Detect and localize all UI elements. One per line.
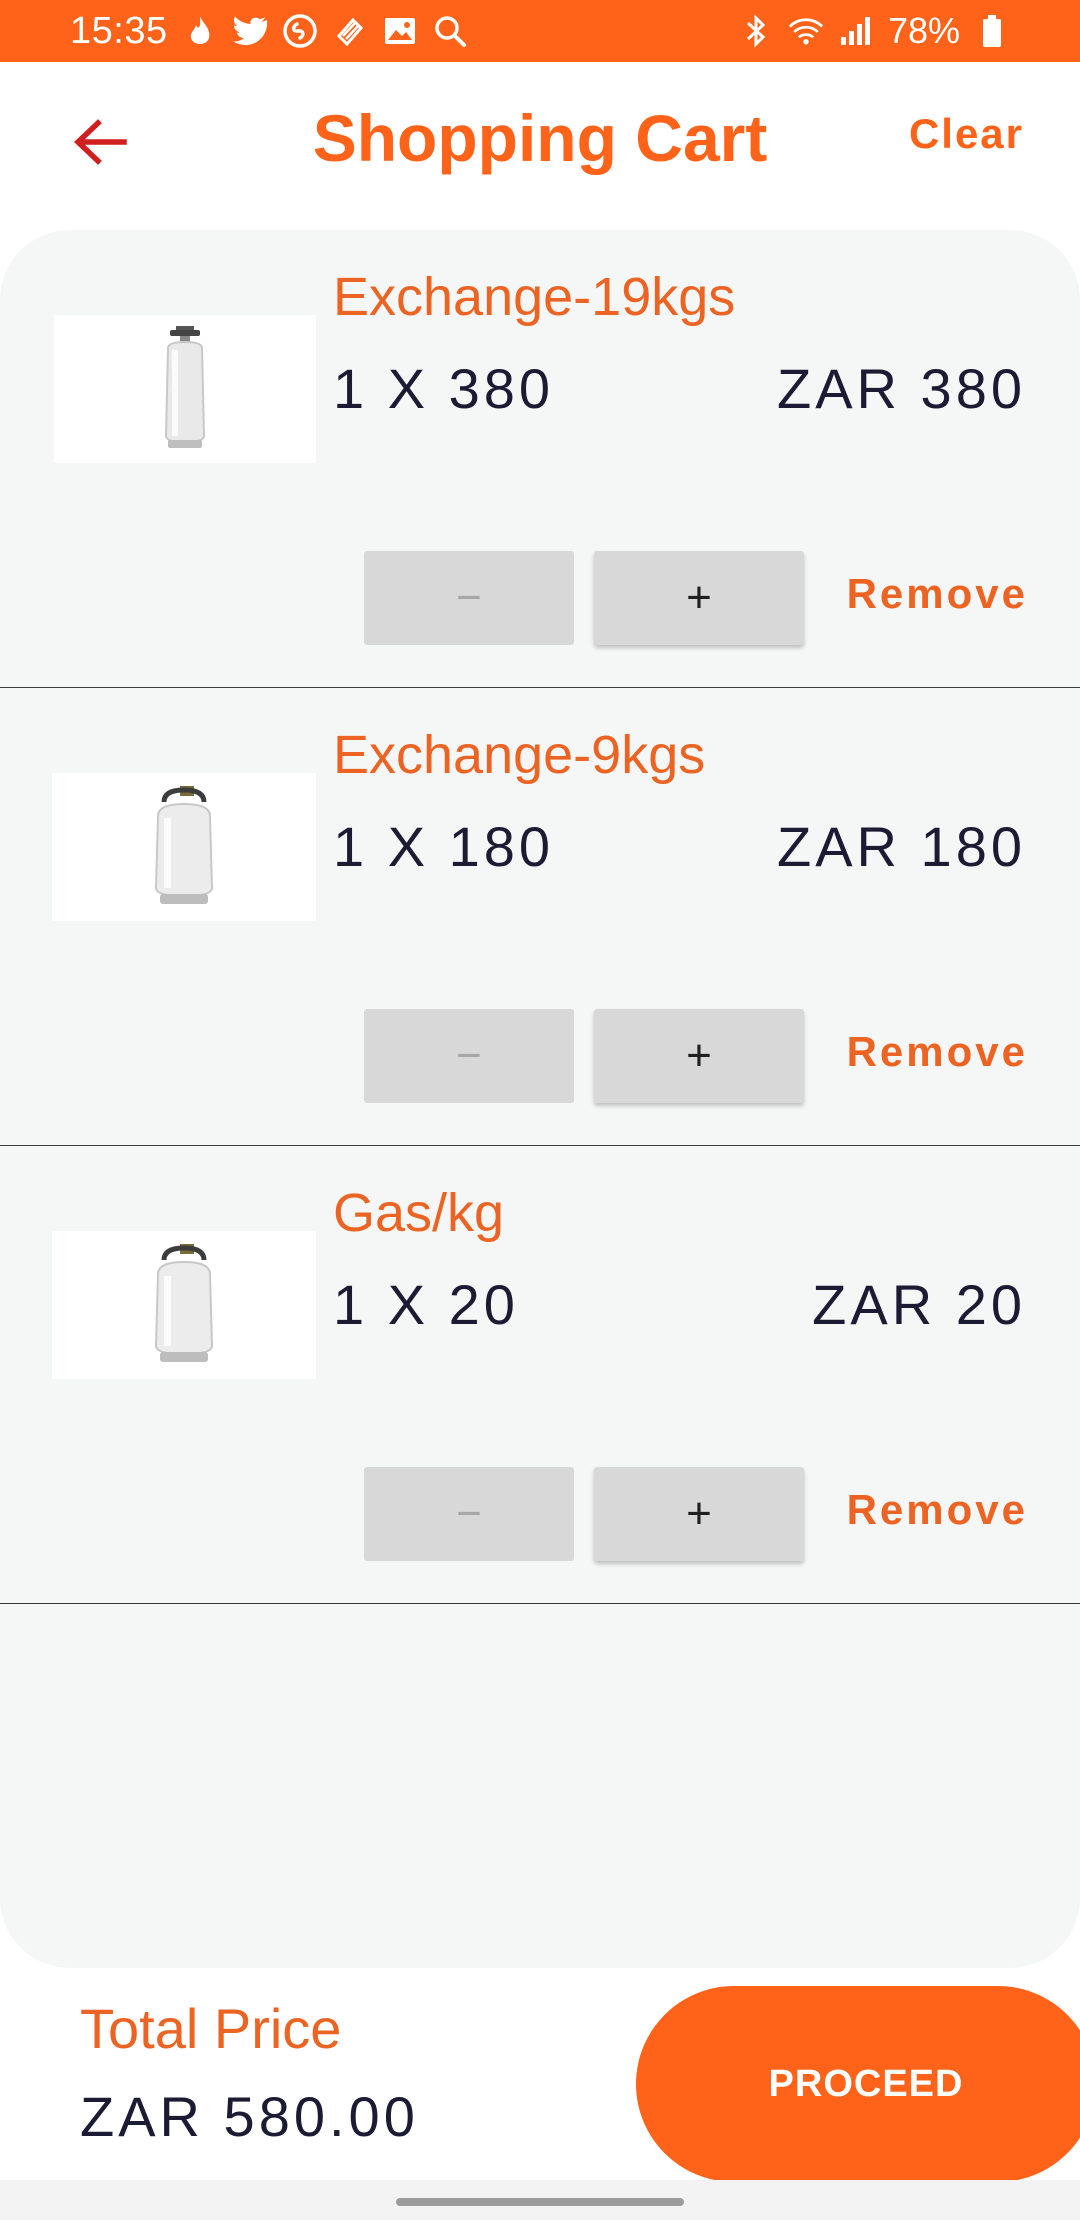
status-left: 15:35 — [70, 10, 468, 53]
battery-icon — [974, 13, 1010, 49]
decrease-quantity-button[interactable]: − — [364, 551, 574, 645]
pay-icon — [332, 13, 368, 49]
bluetooth-icon — [738, 13, 774, 49]
app-header: Shopping Cart Clear — [0, 62, 1080, 228]
product-name: Exchange-19kgs — [333, 267, 736, 327]
clear-button[interactable]: Clear — [909, 110, 1024, 158]
flame-icon — [182, 13, 218, 49]
quantity-price: 1 X 380 — [333, 357, 555, 420]
remove-item-button[interactable]: Remove — [847, 570, 1028, 618]
line-total: ZAR 20 — [812, 1273, 1026, 1336]
home-indicator[interactable] — [396, 2198, 684, 2206]
shopping-cart-screen: 15:35 78% Shopping Cart Clear Exchange-1… — [0, 0, 1080, 2220]
cart-item: Gas/kg 1 X 20 ZAR 20 − + Remove — [0, 1146, 1080, 1604]
shazam-icon — [282, 13, 318, 49]
proceed-button[interactable]: PROCEED — [636, 1986, 1080, 2182]
quantity-price: 1 X 20 — [333, 1273, 519, 1336]
cart-item: Exchange-9kgs 1 X 180 ZAR 180 − + Remove — [0, 688, 1080, 1146]
gallery-icon — [382, 13, 418, 49]
line-total: ZAR 180 — [777, 815, 1026, 878]
total-price-label: Total Price — [80, 1997, 342, 2060]
line-total: ZAR 380 — [777, 357, 1026, 420]
increase-quantity-button[interactable]: + — [594, 551, 804, 645]
checkout-footer: Total Price ZAR 580.00 PROCEED — [0, 1968, 1080, 2182]
signal-icon — [838, 13, 874, 49]
wifi-icon — [788, 13, 824, 49]
gas-cylinder-icon — [52, 1231, 316, 1379]
gas-cylinder-19kg-icon — [54, 315, 316, 463]
status-time: 15:35 — [70, 9, 168, 52]
product-name: Exchange-9kgs — [333, 725, 706, 785]
status-bar: 15:35 78% — [0, 0, 1080, 62]
total-price-value: ZAR 580.00 — [80, 2085, 419, 2148]
decrease-quantity-button[interactable]: − — [364, 1009, 574, 1103]
decrease-quantity-button[interactable]: − — [364, 1467, 574, 1561]
cart-item: Exchange-19kgs 1 X 380 ZAR 380 − + Remov… — [0, 230, 1080, 688]
battery-percentage: 78% — [887, 10, 960, 51]
twitter-icon — [232, 13, 268, 49]
increase-quantity-button[interactable]: + — [594, 1467, 804, 1561]
cart-list: Exchange-19kgs 1 X 380 ZAR 380 − + Remov… — [0, 230, 1080, 1968]
system-nav-bar — [0, 2180, 1080, 2220]
quantity-price: 1 X 180 — [333, 815, 555, 878]
gas-cylinder-9kg-icon — [52, 773, 316, 921]
remove-item-button[interactable]: Remove — [847, 1028, 1028, 1076]
search-icon — [432, 13, 468, 49]
increase-quantity-button[interactable]: + — [594, 1009, 804, 1103]
remove-item-button[interactable]: Remove — [847, 1486, 1028, 1534]
status-right: 78% — [738, 10, 1010, 52]
product-name: Gas/kg — [333, 1183, 505, 1243]
